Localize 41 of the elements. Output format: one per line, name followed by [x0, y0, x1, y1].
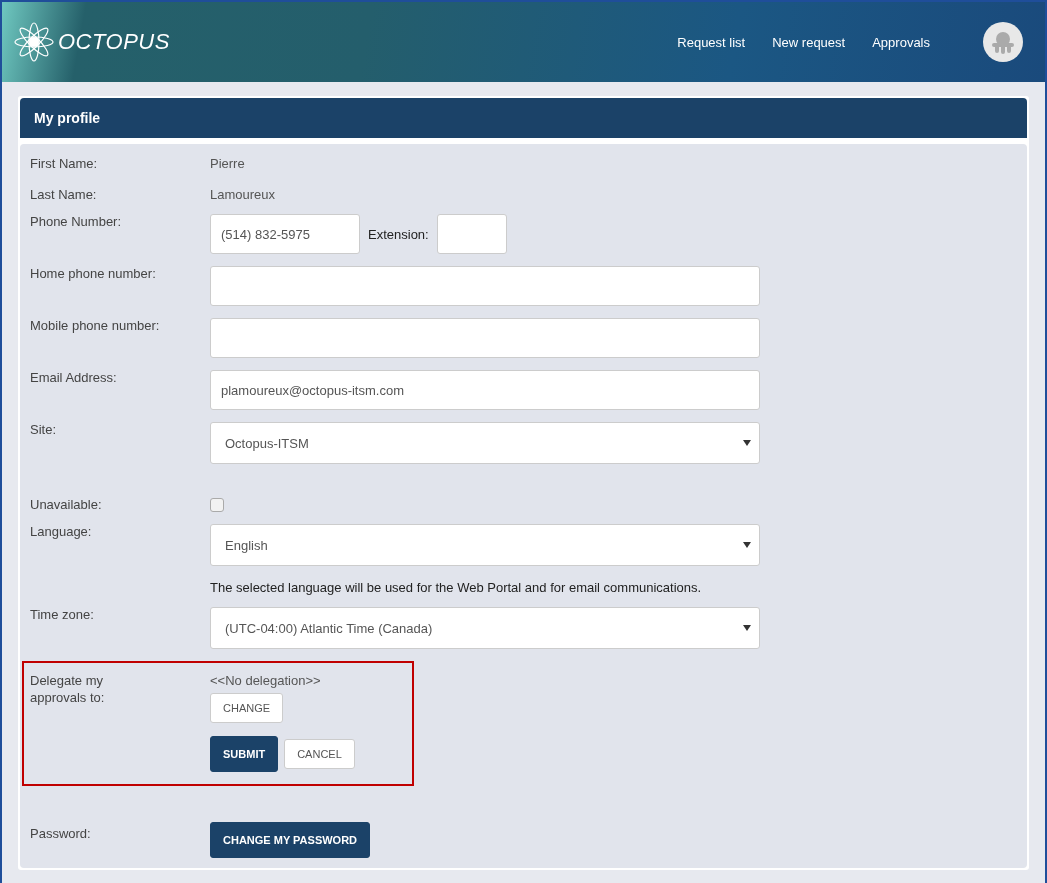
input-field[interactable]: [210, 266, 760, 306]
field-label: First Name:: [30, 156, 99, 171]
select-field[interactable]: English: [210, 524, 760, 566]
field-label: Language:: [30, 524, 93, 539]
delegation-value: <<No delegation>>: [210, 673, 321, 688]
avatar[interactable]: [983, 22, 1023, 62]
nav-link[interactable]: Request list: [677, 34, 746, 50]
action-button[interactable]: CANCEL: [284, 739, 355, 769]
select-field[interactable]: (UTC-04:00) Atlantic Time (Canada): [210, 607, 760, 649]
hint-text: The selected language will be used for the Web Portal and for email communications.: [210, 580, 703, 595]
extension-label: Extension:: [368, 226, 429, 242]
logo-text: OCTOPUS: [58, 29, 170, 55]
phone-field[interactable]: (514) 832-5975: [210, 214, 360, 254]
extension-field[interactable]: [436, 214, 507, 254]
panel-title: My profile: [20, 98, 1027, 138]
field-label: Phone Number:: [30, 214, 123, 229]
caret-icon: [743, 542, 751, 548]
caret-icon: [743, 625, 751, 631]
nav-link[interactable]: Approvals: [872, 34, 930, 50]
field-label: Delegate my approvals to:: [30, 673, 106, 707]
field-value: Pierre: [210, 156, 246, 171]
field-label: Unavailable:: [30, 496, 103, 512]
change-button[interactable]: CHANGE: [210, 693, 284, 723]
change-password-button[interactable]: CHANGE MY PASSWORD: [210, 822, 371, 858]
input-field[interactable]: plamoureux@octopus-itsm.com: [210, 370, 760, 410]
field-label: Password:: [30, 825, 92, 841]
field-label: Site:: [30, 422, 57, 437]
octopus-icon: [990, 30, 1016, 54]
field-label: Time zone:: [30, 607, 95, 622]
action-button[interactable]: SUBMIT: [210, 736, 279, 772]
logo-icon: [12, 20, 56, 64]
field-label: Home phone number:: [30, 266, 157, 281]
checkbox[interactable]: [210, 498, 224, 512]
select-field[interactable]: Octopus-ITSM: [210, 422, 760, 464]
input-field[interactable]: [210, 318, 760, 358]
field-label: Last Name:: [30, 187, 98, 202]
caret-icon: [743, 440, 751, 446]
nav-link[interactable]: New request: [772, 34, 846, 50]
field-label: Mobile phone number:: [30, 318, 161, 333]
field-value: Lamoureux: [210, 187, 277, 202]
field-label: Email Address:: [30, 370, 118, 385]
